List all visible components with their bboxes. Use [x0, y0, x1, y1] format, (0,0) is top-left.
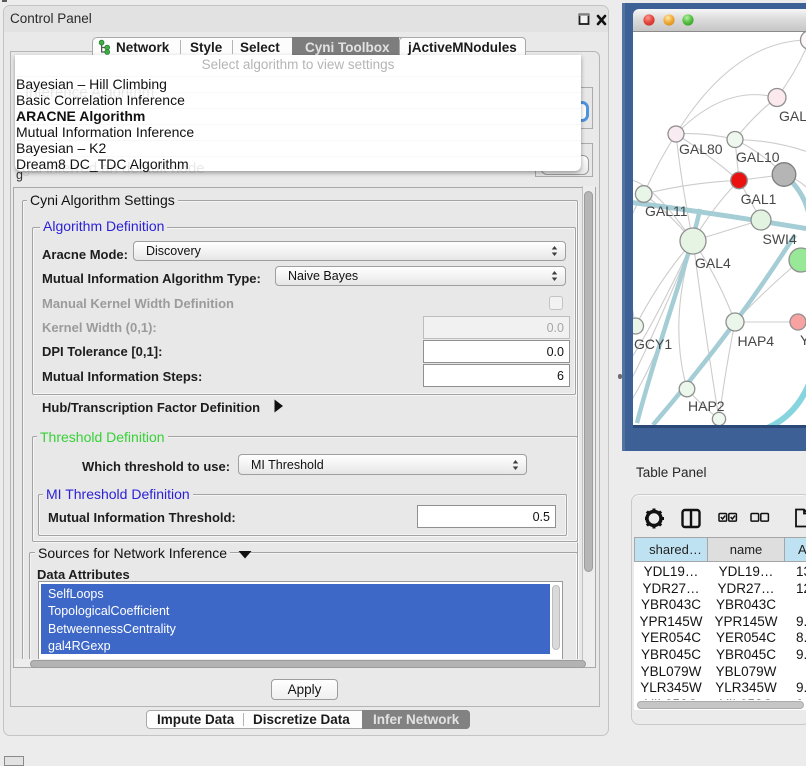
svg-text:GAL4: GAL4	[695, 255, 731, 271]
svg-text:GAL10: GAL10	[736, 149, 780, 165]
svg-text:HAP4: HAP4	[738, 333, 775, 349]
svg-text:GAL1: GAL1	[741, 191, 777, 207]
svg-text:SWI4: SWI4	[763, 231, 797, 247]
svg-text:GAL11: GAL11	[645, 203, 688, 219]
svg-text:GCY1: GCY1	[634, 336, 672, 352]
svg-text:HAP2: HAP2	[688, 398, 725, 414]
svg-text:Y: Y	[800, 332, 806, 348]
svg-text:GAL: GAL	[779, 108, 806, 124]
svg-text:GAL80: GAL80	[679, 141, 723, 157]
